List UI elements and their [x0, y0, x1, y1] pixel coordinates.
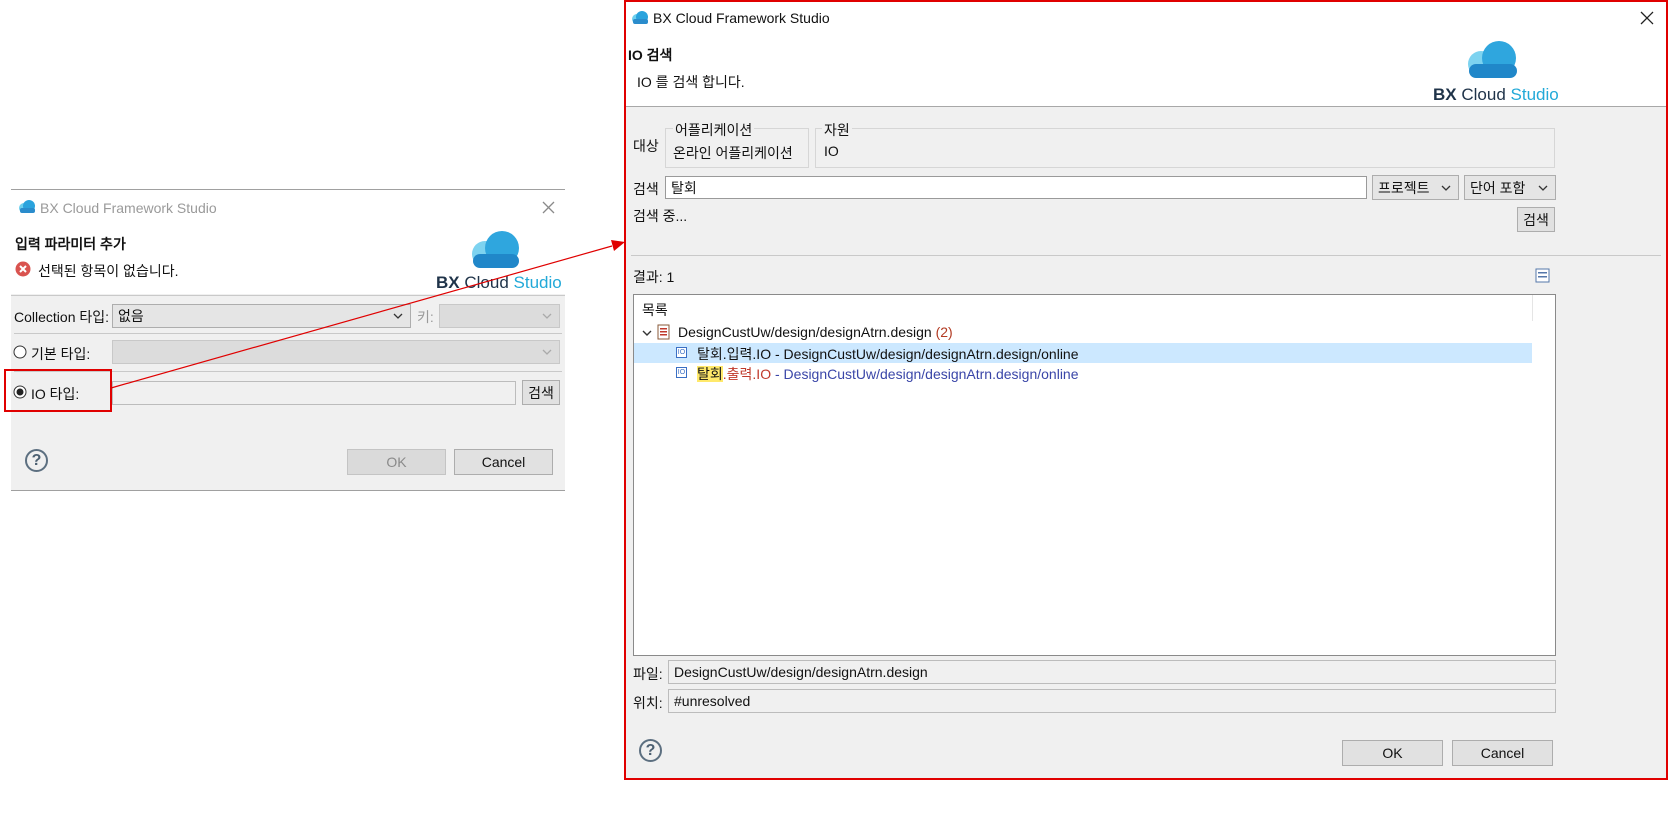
- resource-value: IO: [824, 143, 839, 159]
- right-dialog-heading: IO 검색: [628, 47, 673, 63]
- chevron-down-icon: [1538, 185, 1548, 191]
- ok-button[interactable]: OK: [1342, 740, 1443, 766]
- tree-item-match: 탈회: [697, 366, 723, 382]
- chevron-down-icon[interactable]: [641, 327, 653, 339]
- right-dialog-description: IO 를 검색 합니다.: [637, 74, 745, 90]
- logo-cloud: Cloud: [1461, 85, 1506, 104]
- target-label: 대상: [633, 138, 659, 154]
- result-tree[interactable]: 목록 DesignCustUw/design/designAtrn.design…: [633, 294, 1556, 656]
- right-window-title: BX Cloud Framework Studio: [653, 10, 830, 26]
- tree-item[interactable]: IO 탈회.출력.IO - DesignCustUw/design/design…: [634, 363, 1532, 383]
- tree-item-name: .출력.IO: [722, 366, 772, 382]
- location-label: 위치:: [633, 695, 663, 711]
- file-label: 파일:: [633, 666, 663, 682]
- right-dialog: BX Cloud Framework Studio IO 검색 IO 를 검색 …: [624, 0, 1668, 780]
- search-button[interactable]: 검색: [1517, 207, 1555, 232]
- help-icon[interactable]: ?: [639, 739, 662, 762]
- file-field: DesignCustUw/design/designAtrn.design: [668, 660, 1556, 684]
- tree-item-separator: -: [771, 346, 784, 362]
- tree-item-separator: -: [771, 366, 784, 382]
- tree-item-path: DesignCustUw/design/designAtrn.design/on…: [783, 366, 1079, 382]
- list-header-divider: [1532, 295, 1533, 321]
- tree-parent-node[interactable]: DesignCustUw/design/designAtrn.design (2…: [678, 324, 953, 340]
- cloud-logo-icon: [1468, 41, 1517, 78]
- search-status: 검색 중...: [633, 208, 688, 224]
- tree-item[interactable]: IO 탈회.입력.IO - DesignCustUw/design/design…: [634, 343, 1532, 363]
- result-label: 결과: 1: [633, 267, 674, 287]
- tree-parent-label: DesignCustUw/design/designAtrn.design: [678, 324, 932, 340]
- tree-item-path: DesignCustUw/design/designAtrn.design/on…: [783, 346, 1079, 362]
- match-select-value: 단어 포함: [1470, 179, 1526, 196]
- design-file-icon: [657, 324, 670, 340]
- scope-select-value: 프로젝트: [1378, 179, 1430, 196]
- tree-parent-count: (2): [935, 324, 953, 340]
- io-icon: IO: [676, 367, 687, 378]
- list-header: 목록: [642, 302, 668, 318]
- collapse-all-icon[interactable]: [1535, 268, 1550, 283]
- resource-group: [815, 128, 1555, 168]
- search-input[interactable]: 탈회: [665, 176, 1367, 199]
- right-header-divider: [626, 106, 1666, 107]
- logo-studio: Studio: [1510, 85, 1559, 104]
- tree-item-match: 탈회: [697, 346, 723, 362]
- io-icon: IO: [676, 347, 687, 358]
- logo-bx: BX: [1433, 85, 1457, 104]
- right-logo-text: BX Cloud Studio: [1433, 85, 1559, 105]
- tree-item-text: 탈회.입력.IO - DesignCustUw/design/designAtr…: [697, 344, 1079, 364]
- tree-item-name: .입력.IO: [722, 346, 772, 362]
- application-value: 온라인 어플리케이션: [673, 145, 793, 161]
- resource-group-label: 자원: [822, 120, 852, 140]
- scope-select[interactable]: 프로젝트: [1372, 175, 1459, 200]
- result-label-text: 결과:: [633, 269, 663, 285]
- search-label: 검색: [633, 181, 659, 197]
- close-icon[interactable]: [1640, 11, 1654, 25]
- cancel-button[interactable]: Cancel: [1452, 740, 1553, 766]
- result-count: 1: [666, 269, 675, 285]
- match-select[interactable]: 단어 포함: [1464, 175, 1556, 200]
- location-field: #unresolved: [668, 689, 1556, 713]
- application-group-label: 어플리케이션: [673, 120, 755, 140]
- cloud-app-icon: [632, 11, 648, 24]
- chevron-down-icon: [1441, 185, 1451, 191]
- search-divider: [631, 255, 1661, 256]
- tree-item-text: 탈회.출력.IO - DesignCustUw/design/designAtr…: [697, 364, 1079, 384]
